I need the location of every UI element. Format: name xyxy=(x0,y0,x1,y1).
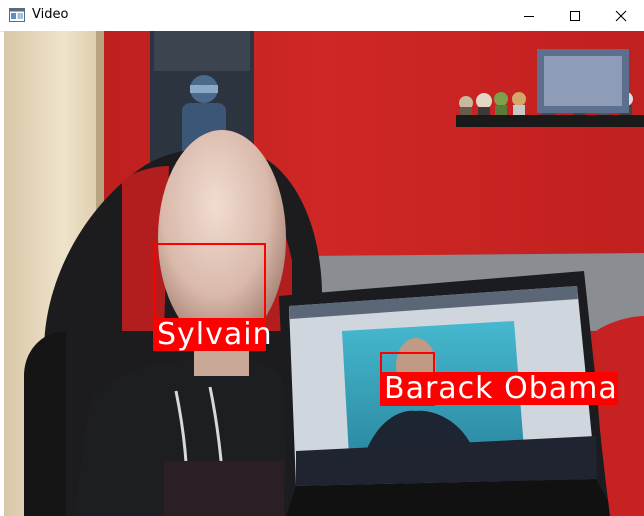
close-icon xyxy=(615,10,627,21)
app-window-icon xyxy=(9,8,25,22)
close-button[interactable] xyxy=(598,0,644,31)
window-title: Video xyxy=(32,7,69,22)
title-bar[interactable]: Video xyxy=(0,0,644,32)
shelf xyxy=(456,115,644,127)
video-window: Video Sylvain Barack Obama xyxy=(0,0,644,516)
face-label-obama: Barack Obama xyxy=(380,372,618,405)
minimize-button[interactable] xyxy=(506,0,552,31)
maximize-icon xyxy=(570,10,580,21)
video-frame: Sylvain Barack Obama xyxy=(4,31,644,516)
webcam-scene xyxy=(4,31,644,516)
maximize-button[interactable] xyxy=(552,0,598,31)
face-label-sylvain: Sylvain xyxy=(153,318,272,351)
minimize-icon xyxy=(524,15,534,17)
